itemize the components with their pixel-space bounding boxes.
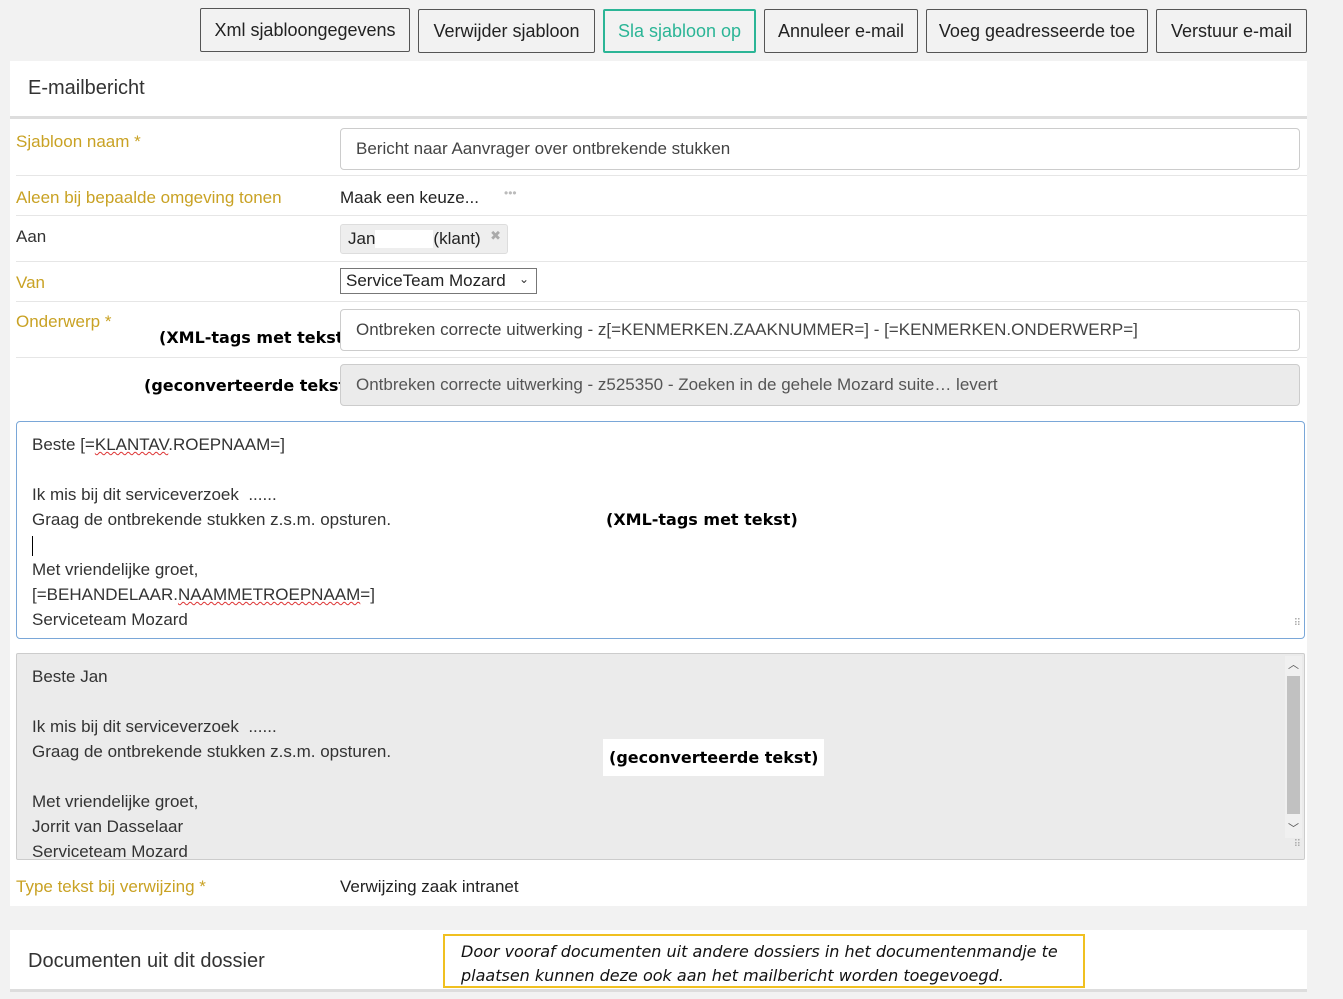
to-label: Aan bbox=[16, 227, 47, 246]
from-select[interactable]: ServiceTeam Mozard ⌄ bbox=[340, 268, 537, 294]
body-xml-cursor-line bbox=[32, 532, 1289, 557]
from-select-value: ServiceTeam Mozard bbox=[346, 271, 506, 290]
reference-type-row: Type tekst bij verwijzing * Verwijzing z… bbox=[16, 867, 1307, 906]
body-converted-line: Serviceteam Mozard bbox=[32, 842, 188, 861]
body-xml-annotation: (XML-tags met tekst) bbox=[606, 510, 798, 529]
environment-row: Aleen bij bepaalde omgeving tonen Maak e… bbox=[16, 176, 1307, 216]
recipient-suffix: (klant) bbox=[433, 229, 481, 248]
environment-select[interactable]: Maak een keuze... bbox=[340, 188, 479, 208]
body-xml-line: Met vriendelijke groet, bbox=[32, 560, 199, 579]
subject-xml-input[interactable]: Ontbreken correcte uitwerking - z[=KENME… bbox=[340, 309, 1300, 351]
text-cursor bbox=[32, 535, 33, 556]
body-converted-line: Jorrit van Dasselaar bbox=[32, 817, 184, 836]
environment-label: Aleen bij bepaalde omgeving tonen bbox=[16, 188, 282, 207]
resize-grip-icon[interactable]: ⠿ bbox=[1294, 611, 1301, 636]
body-xml-line: Serviceteam Mozard bbox=[32, 610, 188, 629]
from-row: Van ServiceTeam Mozard ⌄ bbox=[16, 262, 1307, 302]
template-name-row: Sjabloon naam * Bericht naar Aanvrager o… bbox=[16, 122, 1307, 176]
body-converted-annotation: (geconverteerde tekst) bbox=[603, 739, 825, 776]
reference-type-value[interactable]: Verwijzing zaak intranet bbox=[340, 877, 519, 897]
subject-label: Onderwerp * bbox=[16, 312, 112, 331]
body-xml-line: [=BEHANDELAAR.NAAMMETROEPNAAM=] bbox=[32, 585, 375, 604]
subject-converted-row: (geconverteerde tekst) Ontbreken correct… bbox=[16, 358, 1307, 412]
add-recipient-button[interactable]: Voeg geadresseerde toe bbox=[926, 9, 1148, 53]
recipient-first-name: Jan bbox=[348, 229, 376, 248]
remove-recipient-icon[interactable]: ✖ bbox=[490, 228, 501, 244]
resize-grip-icon[interactable]: ⠿ bbox=[1294, 832, 1301, 857]
save-template-button[interactable]: Sla sjabloon op bbox=[603, 9, 756, 53]
template-name-label: Sjabloon naam * bbox=[16, 132, 141, 151]
subject-converted-field: Ontbreken correcte uitwerking - z525350 … bbox=[340, 364, 1300, 406]
to-row: Aan Jan (klant) ✖ bbox=[16, 216, 1307, 262]
email-panel-title: E-mailbericht bbox=[10, 61, 1307, 119]
scrollbar-thumb[interactable] bbox=[1287, 676, 1300, 814]
ellipsis-icon: ••• bbox=[504, 186, 517, 200]
body-converted-preview: Beste Jan Ik mis bij dit serviceverzoek … bbox=[16, 653, 1305, 861]
reference-type-label: Type tekst bij verwijzing * bbox=[16, 877, 206, 896]
body-xml-line: Beste [=KLANTAV.ROEPNAAM=] bbox=[32, 435, 285, 454]
documents-note: Door vooraf documenten uit andere dossie… bbox=[443, 934, 1085, 988]
chevron-down-icon: ⌄ bbox=[518, 272, 529, 286]
body-xml-line: Ik mis bij dit serviceverzoek ...... bbox=[32, 485, 277, 504]
xml-template-data-button[interactable]: Xml sjabloongegevens bbox=[200, 8, 410, 52]
body-xml-editor[interactable]: Beste [=KLANTAV.ROEPNAAM=] Ik mis bij di… bbox=[16, 421, 1305, 639]
body-converted-line: Beste Jan bbox=[32, 667, 108, 686]
template-name-input[interactable]: Bericht naar Aanvrager over ontbrekende … bbox=[340, 128, 1300, 170]
body-converted-line: Ik mis bij dit serviceverzoek ...... bbox=[32, 717, 277, 736]
redacted-name bbox=[375, 230, 434, 248]
subject-xml-row: Onderwerp * (XML-tags met tekst) Ontbrek… bbox=[16, 302, 1307, 358]
vertical-scrollbar[interactable]: ︿ ﹀ bbox=[1285, 656, 1302, 838]
body-converted-blank-line bbox=[32, 689, 1289, 714]
delete-template-button[interactable]: Verwijder sjabloon bbox=[418, 9, 595, 53]
send-email-button[interactable]: Verstuur e-mail bbox=[1156, 9, 1307, 53]
scroll-up-icon[interactable]: ︿ bbox=[1285, 656, 1302, 674]
subject-xml-annotation: (XML-tags met tekst) bbox=[159, 328, 351, 347]
cancel-email-button[interactable]: Annuleer e-mail bbox=[764, 9, 918, 53]
subject-converted-annotation: (geconverteerde tekst) bbox=[144, 376, 354, 395]
body-converted-line: Met vriendelijke groet, bbox=[32, 792, 199, 811]
recipient-tag[interactable]: Jan (klant) ✖ bbox=[340, 224, 508, 254]
from-label: Van bbox=[16, 273, 45, 292]
body-xml-blank-line bbox=[32, 457, 1289, 482]
